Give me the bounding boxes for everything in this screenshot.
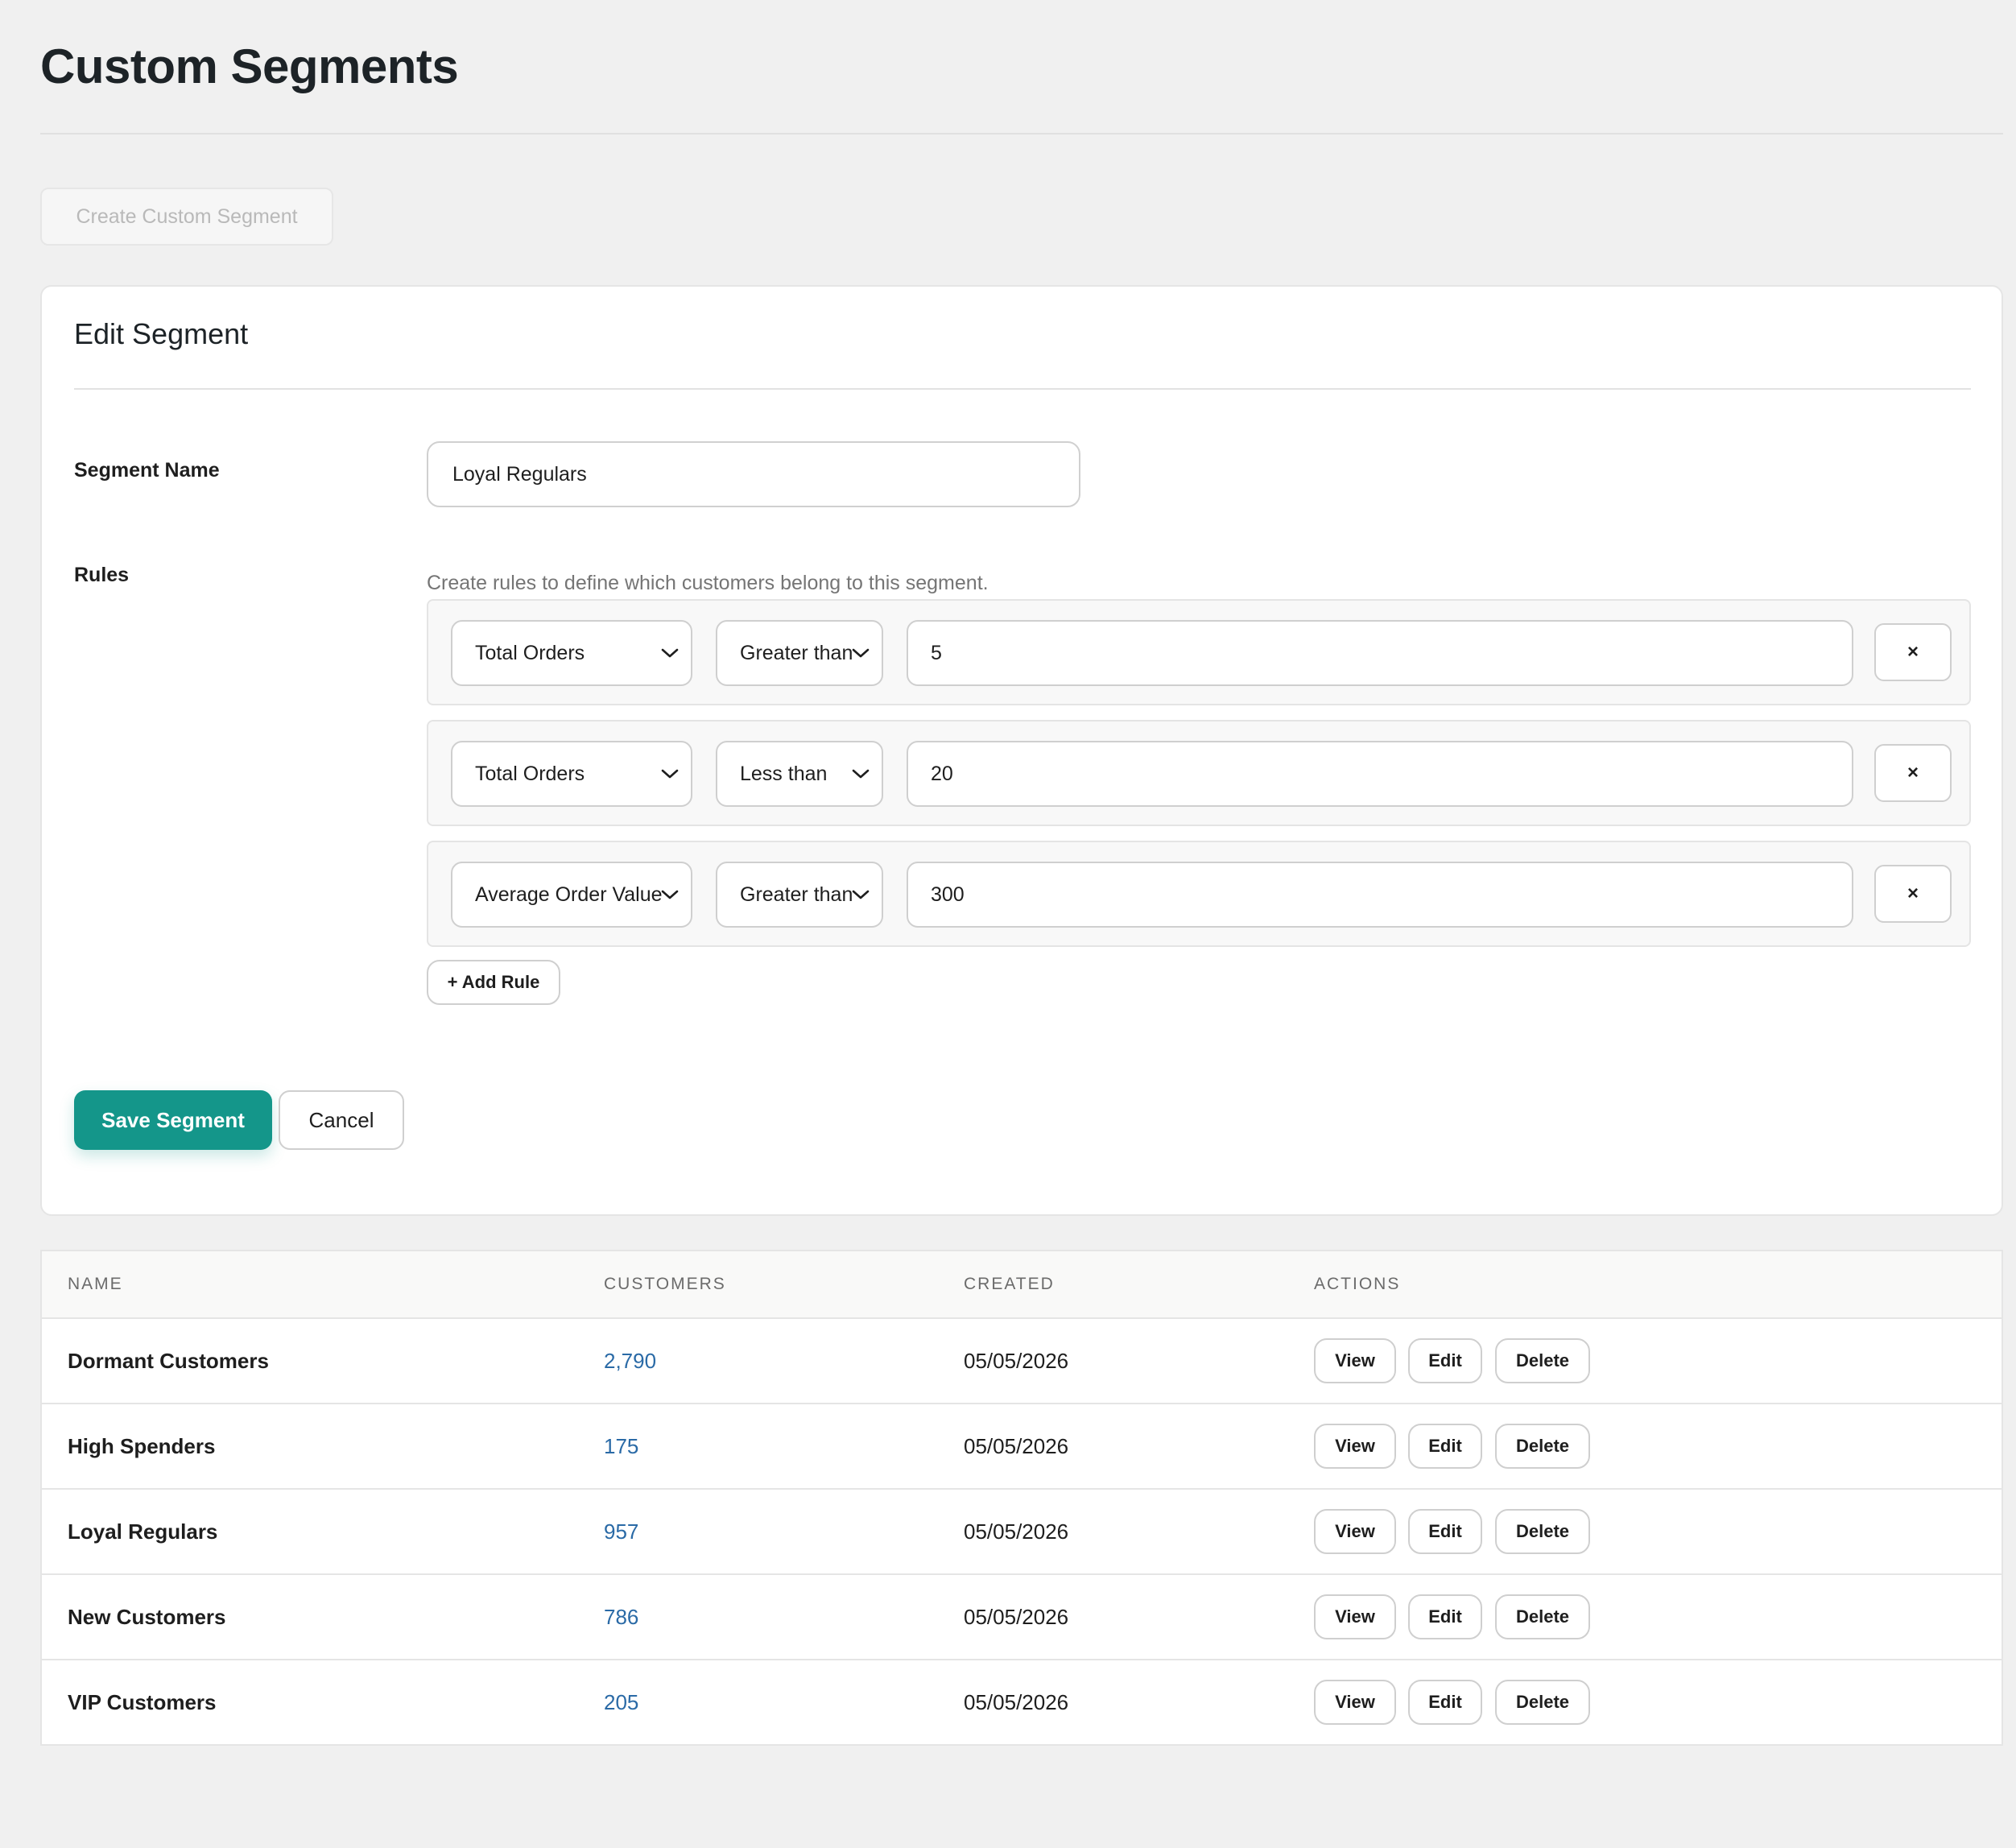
chevron-down-icon — [660, 863, 680, 926]
rule-field-value: Average Order Value — [475, 883, 663, 906]
view-button[interactable]: View — [1314, 1594, 1396, 1639]
rule-operator-select[interactable]: Less than — [716, 741, 883, 807]
table-row: VIP Customers 205 05/05/2026 View Edit D… — [42, 1660, 2002, 1744]
rule-value-input[interactable] — [907, 620, 1853, 686]
page-title: Custom Segments — [40, 39, 459, 93]
view-button[interactable]: View — [1314, 1680, 1396, 1725]
created-date-cell: 05/05/2026 — [964, 1605, 1069, 1629]
edit-button[interactable]: Edit — [1408, 1594, 1482, 1639]
create-custom-segment-button[interactable]: Create Custom Segment — [40, 188, 333, 246]
rule-operator-select[interactable]: Greater than — [716, 620, 883, 686]
rule-field-select[interactable]: Average Order Value — [451, 862, 692, 928]
rule-operator-select[interactable]: Greater than — [716, 862, 883, 928]
rule-field-select[interactable]: Total Orders — [451, 741, 692, 807]
rule-field-value: Total Orders — [475, 642, 585, 664]
delete-button[interactable]: Delete — [1495, 1594, 1590, 1639]
panel-divider — [74, 388, 1971, 390]
segment-name-input[interactable] — [427, 441, 1080, 507]
save-segment-button[interactable]: Save Segment — [74, 1090, 272, 1150]
rule-row: Total Orders Less than × — [427, 720, 1971, 826]
customer-count-link[interactable]: 786 — [604, 1575, 638, 1659]
edit-segment-title: Edit Segment — [74, 317, 249, 350]
segment-name-cell: Dormant Customers — [68, 1349, 269, 1373]
delete-button[interactable]: Delete — [1495, 1680, 1590, 1725]
view-button[interactable]: View — [1314, 1509, 1396, 1554]
edit-button[interactable]: Edit — [1408, 1338, 1482, 1383]
table-row: High Spenders 175 05/05/2026 View Edit D… — [42, 1404, 2002, 1490]
created-date-cell: 05/05/2026 — [964, 1519, 1069, 1544]
view-button[interactable]: View — [1314, 1424, 1396, 1469]
chevron-down-icon — [851, 622, 870, 684]
view-button[interactable]: View — [1314, 1338, 1396, 1383]
chevron-down-icon — [851, 863, 870, 926]
table-row: Dormant Customers 2,790 05/05/2026 View … — [42, 1319, 2002, 1404]
delete-button[interactable]: Delete — [1495, 1424, 1590, 1469]
segment-name-cell: Loyal Regulars — [68, 1519, 218, 1544]
segment-name-cell: VIP Customers — [68, 1690, 217, 1714]
segment-name-cell: High Spenders — [68, 1434, 216, 1458]
customer-count-link[interactable]: 205 — [604, 1660, 638, 1744]
rule-value-input[interactable] — [907, 741, 1853, 807]
table-row: Loyal Regulars 957 05/05/2026 View Edit … — [42, 1490, 2002, 1575]
rule-field-value: Total Orders — [475, 763, 585, 785]
delete-button[interactable]: Delete — [1495, 1338, 1590, 1383]
rule-row: Average Order Value Greater than × — [427, 841, 1971, 947]
customer-count-link[interactable]: 2,790 — [604, 1319, 656, 1403]
title-divider — [40, 133, 2003, 134]
rules-label: Rules — [74, 564, 130, 586]
created-date-cell: 05/05/2026 — [964, 1349, 1069, 1373]
edit-button[interactable]: Edit — [1408, 1680, 1482, 1725]
customer-count-link[interactable]: 175 — [604, 1404, 638, 1488]
segment-name-label: Segment Name — [74, 459, 220, 482]
chevron-down-icon — [851, 742, 870, 805]
edit-button[interactable]: Edit — [1408, 1424, 1482, 1469]
rule-row: Total Orders Greater than × — [427, 599, 1971, 705]
remove-rule-button[interactable]: × — [1874, 865, 1952, 923]
table-row: New Customers 786 05/05/2026 View Edit D… — [42, 1575, 2002, 1660]
edit-button[interactable]: Edit — [1408, 1509, 1482, 1554]
column-header-actions: ACTIONS — [1314, 1275, 1401, 1293]
segment-name-cell: New Customers — [68, 1605, 226, 1629]
column-header-customers: CUSTOMERS — [604, 1275, 726, 1293]
chevron-down-icon — [660, 742, 680, 805]
cancel-button[interactable]: Cancel — [279, 1090, 404, 1150]
edit-segment-panel: Edit Segment Segment Name Rules Create r… — [40, 285, 2003, 1216]
rule-field-select[interactable]: Total Orders — [451, 620, 692, 686]
created-date-cell: 05/05/2026 — [964, 1434, 1069, 1458]
segments-table: NAME CUSTOMERS CREATED ACTIONS Dormant C… — [40, 1250, 2003, 1746]
column-header-created: CREATED — [964, 1275, 1055, 1293]
remove-rule-button[interactable]: × — [1874, 744, 1952, 802]
rule-operator-value: Greater than — [740, 642, 853, 664]
rule-value-input[interactable] — [907, 862, 1853, 928]
delete-button[interactable]: Delete — [1495, 1509, 1590, 1554]
rules-help-text: Create rules to define which customers b… — [427, 572, 989, 594]
chevron-down-icon — [660, 622, 680, 684]
add-rule-button[interactable]: + Add Rule — [427, 960, 560, 1005]
rule-operator-value: Less than — [740, 763, 828, 785]
customer-count-link[interactable]: 957 — [604, 1490, 638, 1573]
rule-operator-value: Greater than — [740, 883, 853, 906]
column-header-name: NAME — [68, 1275, 123, 1293]
remove-rule-button[interactable]: × — [1874, 623, 1952, 681]
created-date-cell: 05/05/2026 — [964, 1690, 1069, 1714]
table-header: NAME CUSTOMERS CREATED ACTIONS — [42, 1251, 2002, 1319]
